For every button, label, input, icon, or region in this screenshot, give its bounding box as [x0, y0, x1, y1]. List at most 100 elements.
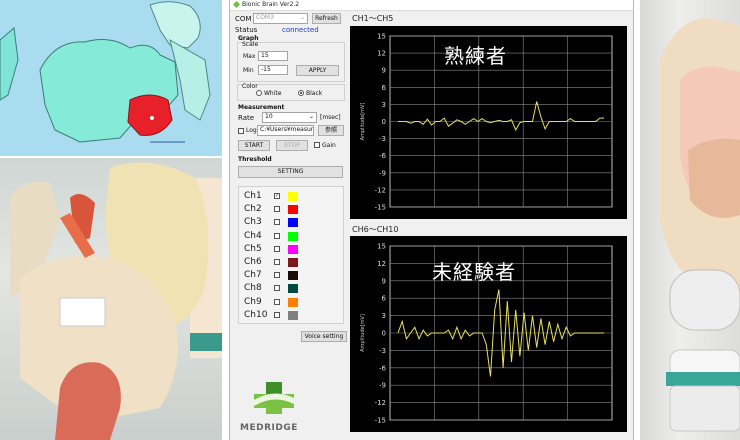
scale-group	[237, 42, 345, 82]
y-tick-label: -6	[379, 152, 387, 160]
y-tick-label: 9	[382, 277, 386, 285]
channel-checkbox[interactable]	[274, 232, 280, 239]
channel-color-swatch[interactable]	[288, 258, 298, 267]
channel-label: Ch6	[244, 257, 262, 267]
channel-row: Ch8	[244, 282, 304, 295]
channel-label: Ch3	[244, 217, 262, 228]
min-input[interactable]: -15	[258, 65, 288, 75]
gain-checkbox[interactable]	[314, 142, 320, 148]
min-label: Min	[243, 67, 254, 74]
channel-color-swatch[interactable]	[288, 244, 298, 254]
channel-label: Ch9	[244, 296, 262, 307]
y-axis-label: Amplitude[mV]	[360, 103, 366, 141]
channel-color-swatch[interactable]	[288, 284, 298, 294]
channel-checkbox[interactable]	[274, 285, 280, 292]
stop-button[interactable]: STOP	[276, 140, 308, 151]
y-tick-label: -9	[379, 382, 386, 390]
y-tick-label: 0	[382, 330, 386, 338]
y-tick-label: 12	[377, 50, 386, 58]
channel-label: Ch8	[244, 283, 262, 294]
top-graph-annotation: 熟練者	[444, 44, 507, 68]
measurement-group-title: Measurement	[238, 104, 285, 111]
channel-color-swatch[interactable]	[288, 218, 298, 228]
y-tick-label: -12	[375, 186, 386, 194]
channel-label: Ch10	[244, 309, 268, 320]
series-line	[398, 101, 604, 132]
y-tick-label: -15	[375, 417, 386, 425]
color-white-radio[interactable]	[256, 90, 262, 96]
y-tick-label: 6	[382, 295, 387, 303]
com-label: COM	[235, 15, 252, 23]
channel-label: Ch7	[244, 270, 262, 281]
y-tick-label: 15	[377, 243, 386, 251]
rate-value: 10	[265, 113, 273, 120]
channel-row: Ch3	[244, 216, 304, 229]
y-axis-label: Amplitude[mV]	[360, 314, 366, 352]
y-tick-label: 6	[382, 84, 387, 92]
color-black-radio[interactable]	[298, 90, 304, 96]
y-tick-label: -3	[379, 347, 386, 355]
channel-row: Ch1 ✓	[244, 190, 304, 203]
brain-model-photo	[640, 0, 740, 440]
channel-color-swatch[interactable]	[288, 205, 298, 215]
channel-checkbox[interactable]	[274, 219, 280, 226]
head-model-illustration	[10, 162, 222, 440]
channel-row: Ch9	[244, 296, 304, 309]
voice-setting-button[interactable]: Voice setting	[301, 331, 347, 342]
channel-color-swatch[interactable]	[288, 192, 298, 201]
chevron-down-icon: ⌄	[308, 113, 314, 120]
log-checkbox[interactable]	[238, 128, 244, 134]
color-group-title: Color	[242, 83, 258, 90]
channel-checkbox[interactable]	[274, 245, 280, 252]
channel-row: Ch6	[244, 256, 304, 269]
threshold-setting-button[interactable]: SETTING	[238, 166, 343, 178]
title-bar: Bionic Brain Ver2.2	[230, 0, 633, 11]
channel-checkbox[interactable]	[274, 259, 280, 265]
channel-color-swatch[interactable]	[288, 310, 298, 320]
rate-select[interactable]: 10 ⌄	[262, 112, 317, 123]
channel-checkbox[interactable]	[274, 206, 280, 213]
channel-row: Ch5	[244, 243, 304, 256]
channel-checkbox[interactable]	[274, 272, 280, 279]
y-tick-label: -15	[375, 204, 386, 212]
channel-color-swatch[interactable]	[288, 297, 298, 307]
com-port-select[interactable]: COM3 ⌄	[253, 13, 308, 24]
channel-color-swatch[interactable]	[288, 271, 298, 281]
skull-3d-model-photo	[0, 0, 222, 156]
y-tick-label: 3	[382, 312, 386, 320]
y-tick-label: -3	[379, 135, 386, 143]
log-label: Log	[246, 127, 257, 134]
channel-checkbox[interactable]: ✓	[274, 193, 280, 199]
channel-checkbox[interactable]	[274, 298, 280, 305]
rate-unit: [msec]	[320, 114, 341, 121]
apply-button[interactable]: APPLY	[296, 65, 339, 76]
bottom-graph-annotation: 未経験者	[432, 260, 516, 284]
y-tick-label: 12	[377, 260, 386, 268]
log-path-input[interactable]: C:¥Users¥measure¥	[257, 125, 314, 136]
y-tick-label: -12	[375, 399, 386, 407]
medridge-logo-text: MEDRIDGE	[240, 423, 298, 433]
chevron-down-icon: ⌄	[299, 14, 305, 21]
scale-group-title: Scale	[242, 41, 259, 48]
status-label: Status	[235, 26, 258, 34]
brain-model-illustration	[660, 18, 740, 432]
bionic-brain-app-window: Bionic Brain Ver2.2 COM COM3 ⌄ Refresh S…	[229, 0, 634, 440]
gain-label: Gain	[322, 142, 336, 149]
channel-row: Ch10	[244, 309, 304, 322]
medridge-logo	[244, 380, 304, 422]
color-white-label: White	[264, 90, 282, 97]
channel-checkbox[interactable]	[274, 311, 280, 318]
channel-color-swatch[interactable]	[288, 231, 298, 241]
channel-label: Ch4	[244, 230, 262, 241]
physical-head-model-photo	[0, 158, 222, 440]
top-graph-title: CH1～CH5	[352, 14, 394, 23]
skull-model-illustration	[0, 1, 211, 143]
com-port-value: COM3	[256, 14, 274, 21]
app-icon	[233, 1, 240, 8]
y-tick-label: -9	[379, 169, 386, 177]
max-input[interactable]: 15	[258, 51, 288, 61]
refresh-button[interactable]: Refresh	[312, 13, 341, 24]
browse-button[interactable]: 参照	[318, 125, 344, 136]
y-tick-label: 0	[382, 118, 386, 126]
start-button[interactable]: START	[238, 140, 270, 151]
